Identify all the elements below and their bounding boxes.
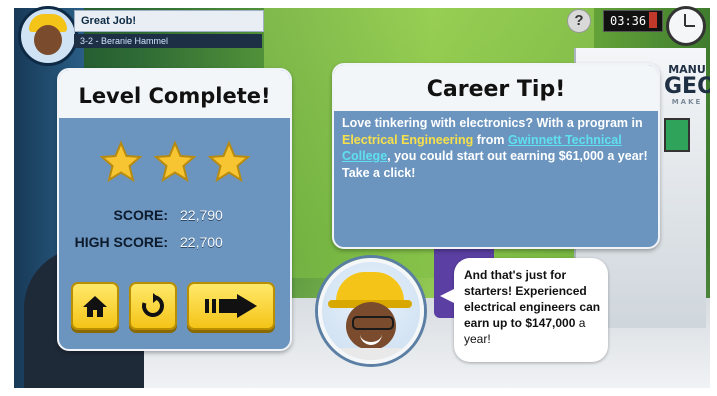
glasses-icon	[352, 316, 394, 330]
factory-sign-line-2: GEO	[664, 74, 710, 99]
clock-icon[interactable]	[666, 6, 706, 46]
tip-text-part: from	[473, 132, 509, 147]
star-icon	[207, 140, 250, 183]
star-icon	[153, 140, 196, 183]
level-complete-panel: Level Complete! SCORE: 22,790 HIGH SCORE…	[57, 68, 292, 351]
player-avatar	[18, 6, 78, 66]
next-button[interactable]	[187, 282, 275, 330]
replay-icon	[142, 293, 164, 317]
engineer-avatar	[318, 258, 424, 364]
tip-text-part: Love tinkering with electronics? With a …	[342, 116, 643, 130]
score-label: SCORE:	[113, 207, 168, 223]
hud-subtitle: 3-2 - Beranie Hammel	[74, 34, 262, 48]
high-score-row: HIGH SCORE: 22,700	[59, 234, 290, 254]
speech-bubble: And that's just for starters! Experience…	[440, 258, 608, 362]
score-value: 22,790	[180, 207, 223, 223]
next-arrow-icon	[205, 294, 257, 318]
career-tip-panel: Career Tip! Love tinkering with electron…	[332, 63, 660, 249]
background-screen	[664, 118, 690, 152]
experienced-salary: $147,000	[525, 316, 576, 330]
career-tip-text: Love tinkering with electronics? With a …	[342, 115, 650, 181]
factory-sign: MANU GEO MAKE	[664, 63, 710, 106]
high-score-label: HIGH SCORE:	[74, 234, 168, 250]
hud-title: Great Job!	[74, 10, 264, 32]
level-complete-title: Level Complete!	[59, 70, 290, 118]
game-frame: MANU GEO MAKE Great Job! 3-2 - Beranie H…	[0, 0, 717, 396]
factory-sign-line-3: MAKE	[671, 98, 703, 106]
speech-bubble-text: And that's just for starters! Experience…	[464, 267, 604, 347]
career-tip-title: Career Tip!	[334, 65, 658, 111]
help-button[interactable]: ?	[567, 9, 591, 33]
timer-indicator	[649, 12, 657, 28]
star-icon	[99, 140, 142, 183]
star-rating	[59, 140, 290, 184]
score-row: SCORE: 22,790	[59, 207, 290, 227]
home-button[interactable]	[71, 282, 119, 330]
starting-salary: $61,000	[558, 149, 604, 163]
program-name: Electrical Engineering	[342, 132, 474, 147]
replay-button[interactable]	[129, 282, 177, 330]
high-score-value: 22,700	[180, 234, 223, 250]
avatar-face	[34, 25, 62, 55]
tip-text-part: , you could start out earning	[387, 149, 559, 163]
home-icon	[83, 296, 107, 317]
